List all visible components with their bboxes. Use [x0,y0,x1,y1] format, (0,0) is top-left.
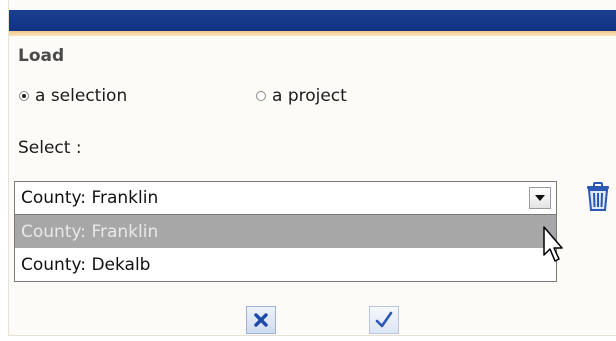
dropdown-option-dekalb[interactable]: County: Dekalb [15,248,556,281]
dropdown-option-franklin[interactable]: County: Franklin [15,215,556,248]
dialog-heading: Load [18,46,65,66]
close-icon [254,313,268,327]
trash-icon[interactable] [584,180,612,212]
chevron-down-icon[interactable] [529,187,551,209]
cancel-button[interactable] [246,306,276,334]
check-icon [375,311,393,328]
radio-label-a-project: a project [272,86,347,106]
radio-a-project[interactable]: a project [256,86,347,106]
load-dialog: Load a selection a project Select : Coun… [8,0,616,336]
radio-button-unchecked[interactable] [256,91,266,101]
radio-label-a-selection: a selection [35,86,128,106]
confirm-button[interactable] [369,306,399,334]
screen: Load a selection a project Select : Coun… [0,0,616,341]
radio-button-checked[interactable] [19,91,29,101]
selection-combobox[interactable]: County: Franklin [14,181,557,215]
combobox-value: County: Franklin [21,188,159,208]
dialog-titlebar [9,10,616,31]
select-label: Select : [18,138,82,158]
cursor-icon [543,226,563,262]
radio-a-selection[interactable]: a selection [19,86,127,106]
titlebar-accent-strip [9,31,616,36]
dropdown-list: County: Franklin County: Dekalb [14,215,557,282]
